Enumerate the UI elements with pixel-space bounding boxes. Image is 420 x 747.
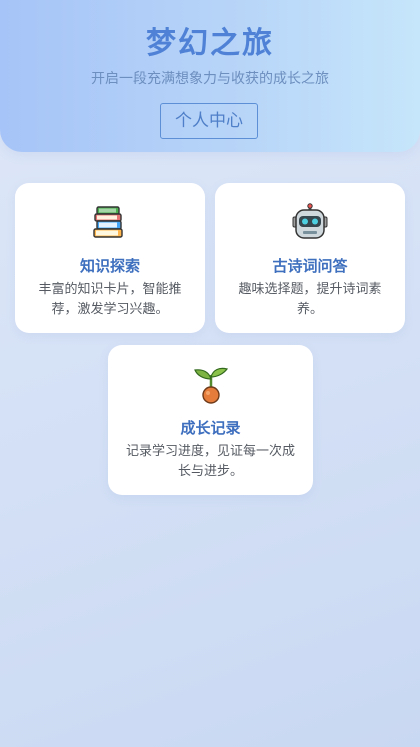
card-title: 成长记录: [180, 419, 241, 437]
card-description: 趣味选择题，提升诗词素养。: [238, 282, 382, 317]
app-title: 梦幻之旅: [146, 26, 274, 61]
header-banner: 梦幻之旅 开启一段充满想象力与收获的成长之旅 个人中心: [0, 0, 420, 152]
profile-center-button[interactable]: 个人中心: [160, 103, 258, 139]
card-title: 知识探索: [79, 257, 140, 275]
growth-record-card[interactable]: 成长记录 记录学习进度，见证每一次成长与进步。: [108, 345, 313, 495]
poetry-quiz-card[interactable]: 古诗词问答 趣味选择题，提升诗词素养。: [215, 183, 405, 333]
card-description: 记录学习进度，见证每一次成长与进步。: [125, 444, 295, 479]
robot-icon: [292, 203, 328, 239]
sprout-icon: [193, 367, 228, 404]
card-title: 古诗词问答: [272, 257, 348, 275]
books-icon: [93, 206, 123, 238]
app-subtitle: 开启一段充满想象力与收获的成长之旅: [91, 71, 329, 87]
knowledge-explore-card[interactable]: 知识探索 丰富的知识卡片，智能推荐，激发学习兴趣。: [15, 183, 205, 333]
card-description: 丰富的知识卡片，智能推荐，激发学习兴趣。: [38, 282, 182, 317]
